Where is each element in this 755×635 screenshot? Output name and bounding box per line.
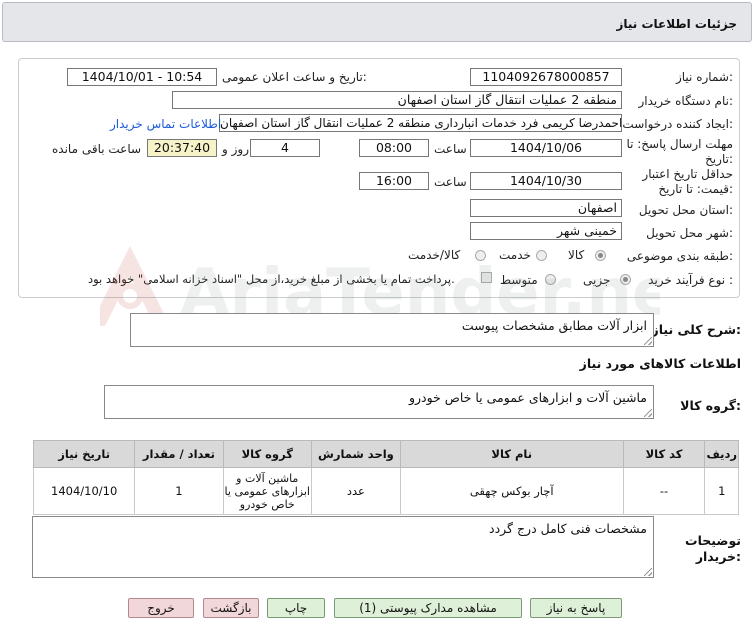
goods-group-text: ماشین آلات و ابزارهای عمومی یا خاص خودرو xyxy=(408,390,647,405)
view-attachments-button[interactable]: مشاهده مدارک پیوستی (1) xyxy=(334,598,522,618)
page-header: جزئیات اطلاعات نیاز xyxy=(2,2,752,42)
cell-item-group: ماشین آلات و ابزارهای عمومی یا خاص خودرو xyxy=(222,467,312,515)
reply-deadline-label: مهلت ارسال پاسخ: تا xyxy=(626,137,733,151)
need-description-label: شرح کلی نیاز: xyxy=(651,322,742,337)
delivery-city-label: شهر محل تحویل: xyxy=(646,226,733,240)
process-medium-radio[interactable] xyxy=(545,274,556,285)
resize-grip[interactable] xyxy=(644,409,652,417)
reply-deadline-label-2: تاریخ: xyxy=(705,152,733,166)
buyer-notes-field: مشخصات فنی کامل درج گردد xyxy=(32,516,654,578)
days-label: روز و xyxy=(222,142,249,156)
col-item-name: نام کالا xyxy=(399,440,624,468)
subject-category-label: طبقه بندی موضوعی: xyxy=(626,249,733,263)
remaining-time-label: ساعت باقی مانده xyxy=(52,142,142,156)
need-number-field: 1104092678000857 xyxy=(470,68,622,86)
buyer-notes-text: مشخصات فنی کامل درج گردد xyxy=(489,521,647,536)
buyer-org-label: نام دستگاه خریدار: xyxy=(638,94,734,108)
remaining-time-field: 20:37:40 xyxy=(147,139,217,157)
goods-group-label: گروه کالا: xyxy=(680,398,741,413)
reply-deadline-time: 08:00 xyxy=(359,139,429,157)
reply-deadline-time-label: ساعت xyxy=(434,142,467,156)
resize-grip[interactable] xyxy=(644,337,652,345)
col-item-code: کد کالا xyxy=(622,440,706,468)
treasury-bonds-checkbox[interactable] xyxy=(481,272,492,283)
buyer-notes-label-2: خریدار: xyxy=(695,549,741,564)
need-description-field: ابزار آلات مطابق مشخصات پیوست xyxy=(130,313,654,347)
category-goods-label: کالا xyxy=(568,248,585,262)
price-validity-label: حداقل تاریخ اعتبار xyxy=(642,167,733,181)
category-service-radio[interactable] xyxy=(536,250,547,261)
category-service-label: خدمت xyxy=(499,248,531,262)
col-quantity: تعداد / مقدار xyxy=(134,440,224,468)
price-validity-label-2: قیمت: تا تاریخ: xyxy=(658,182,733,196)
buyer-notes-label: توضیحات xyxy=(685,533,741,548)
table-row: 1 -- آچار بوکس چهقی عدد ماشین آلات و ابز… xyxy=(32,467,739,515)
cell-item-code: -- xyxy=(622,467,706,515)
delivery-province-field: اصفهان xyxy=(470,199,622,217)
treasury-bonds-note: پرداخت تمام یا بخشی از مبلغ خرید،از محل … xyxy=(88,272,455,286)
cell-need-date: 1404/10/10 xyxy=(32,467,136,515)
cell-item-name: آچار بوکس چهقی xyxy=(399,467,624,515)
price-validity-time: 16:00 xyxy=(359,172,429,190)
price-validity-date: 1404/10/30 xyxy=(470,172,622,190)
process-small-radio[interactable] xyxy=(620,274,631,285)
resize-grip[interactable] xyxy=(644,568,652,576)
cell-unit: عدد xyxy=(310,467,401,515)
category-goods-service-label: کالا/خدمت xyxy=(408,248,461,262)
col-unit: واحد شمارش xyxy=(310,440,401,468)
cell-quantity: 1 xyxy=(134,467,224,515)
back-button[interactable]: بازگشت xyxy=(203,598,259,618)
request-creator-label: ایجاد کننده درخواست: xyxy=(622,117,733,131)
cell-row-number: 1 xyxy=(704,467,739,515)
category-goods-service-radio[interactable] xyxy=(475,250,486,261)
remaining-days-field: 4 xyxy=(250,139,320,157)
table-header-row: ردیف کد کالا نام کالا واحد شمارش گروه کا… xyxy=(32,440,739,468)
col-item-group: گروه کالا xyxy=(222,440,312,468)
category-goods-radio[interactable] xyxy=(595,250,606,261)
announce-datetime-label: تاریخ و ساعت اعلان عمومی: xyxy=(222,70,367,84)
goods-table: ردیف کد کالا نام کالا واحد شمارش گروه کا… xyxy=(32,440,739,515)
reply-button[interactable]: پاسخ به نیاز xyxy=(530,598,622,618)
process-medium-label: متوسط xyxy=(500,273,538,287)
price-validity-time-label: ساعت xyxy=(434,175,467,189)
goods-group-field: ماشین آلات و ابزارهای عمومی یا خاص خودرو xyxy=(104,385,654,419)
exit-button[interactable]: خروج xyxy=(128,598,194,618)
process-small-label: جزیی xyxy=(583,273,611,287)
buyer-org-field: منطقه 2 عملیات انتقال گاز استان اصفهان xyxy=(172,91,622,109)
need-number-label: شماره نیاز: xyxy=(675,70,733,84)
request-creator-field: احمدرضا کریمی فرد خدمات انبارداری منطقه … xyxy=(219,114,622,132)
announce-datetime-field: 1404/10/01 - 10:54 xyxy=(67,68,217,86)
col-need-date: تاریخ نیاز xyxy=(32,440,136,468)
need-description-text: ابزار آلات مطابق مشخصات پیوست xyxy=(461,318,647,333)
delivery-city-field: خمینی شهر xyxy=(470,222,622,240)
page-title: جزئیات اطلاعات نیاز xyxy=(616,17,737,31)
purchase-process-label: نوع فرآیند خرید : xyxy=(648,273,733,287)
col-row-number: ردیف xyxy=(704,440,739,468)
delivery-province-label: استان محل تحویل: xyxy=(638,203,733,217)
goods-section-title: اطلاعات کالاهای مورد نیاز xyxy=(579,356,741,371)
buyer-contact-link[interactable]: اطلاعات تماس خریدار xyxy=(110,117,221,131)
print-button[interactable]: چاپ xyxy=(267,598,325,618)
reply-deadline-date: 1404/10/06 xyxy=(470,139,622,157)
